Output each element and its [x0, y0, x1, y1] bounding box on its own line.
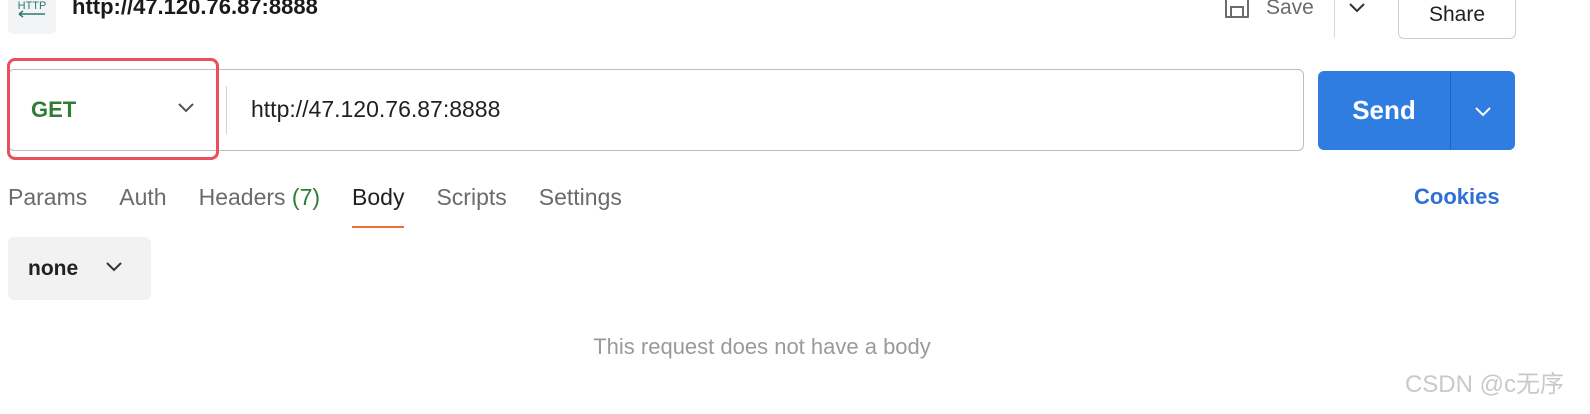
cookies-link[interactable]: Cookies	[1414, 178, 1500, 216]
tab-label: Body	[352, 184, 405, 210]
watermark: CSDN @c无序	[1404, 371, 1564, 398]
save-icon	[1222, 0, 1252, 26]
tab-settings[interactable]: Settings	[539, 178, 622, 228]
url-input[interactable]: http://47.120.76.87:8888	[251, 70, 500, 149]
tab-label: Params	[8, 184, 88, 210]
tab-params[interactable]: Params	[8, 178, 87, 228]
request-editor: HTTP http://47.120.76.87:8888 Save Share…	[0, 0, 1590, 414]
http-request-icon: HTTP	[8, 0, 56, 34]
body-type-label: none	[28, 256, 79, 280]
request-title[interactable]: http://47.120.76.87:8888	[72, 0, 318, 20]
tab-headers[interactable]: Headers (7)	[199, 178, 320, 228]
send-button[interactable]: Send	[1318, 71, 1450, 150]
request-tabs: Params Auth Headers (7) Body Scripts Set…	[8, 178, 622, 230]
headers-count-badge: (7)	[291, 184, 321, 210]
save-divider	[1334, 0, 1335, 38]
save-button[interactable]: Save	[1222, 0, 1314, 26]
share-button[interactable]: Share	[1398, 0, 1516, 39]
save-label: Save	[1266, 0, 1314, 19]
tab-label: Scripts	[436, 184, 507, 210]
send-button-group: Send	[1318, 71, 1515, 150]
method-highlight-box	[7, 58, 219, 160]
tab-label: Headers	[198, 184, 286, 210]
send-options-chevron-down-icon[interactable]	[1451, 71, 1515, 150]
empty-body-message: This request does not have a body	[593, 334, 931, 359]
tab-label: Auth	[119, 184, 167, 210]
save-options-chevron-down-icon[interactable]	[1346, 0, 1368, 23]
tab-body[interactable]: Body	[352, 178, 405, 228]
chevron-down-icon	[104, 256, 124, 281]
tab-auth[interactable]: Auth	[119, 178, 166, 228]
method-divider	[226, 86, 227, 134]
tab-label: Settings	[538, 184, 622, 210]
tab-scripts[interactable]: Scripts	[436, 178, 506, 228]
body-type-select[interactable]: none	[8, 237, 151, 300]
svg-text:HTTP: HTTP	[18, 0, 47, 12]
